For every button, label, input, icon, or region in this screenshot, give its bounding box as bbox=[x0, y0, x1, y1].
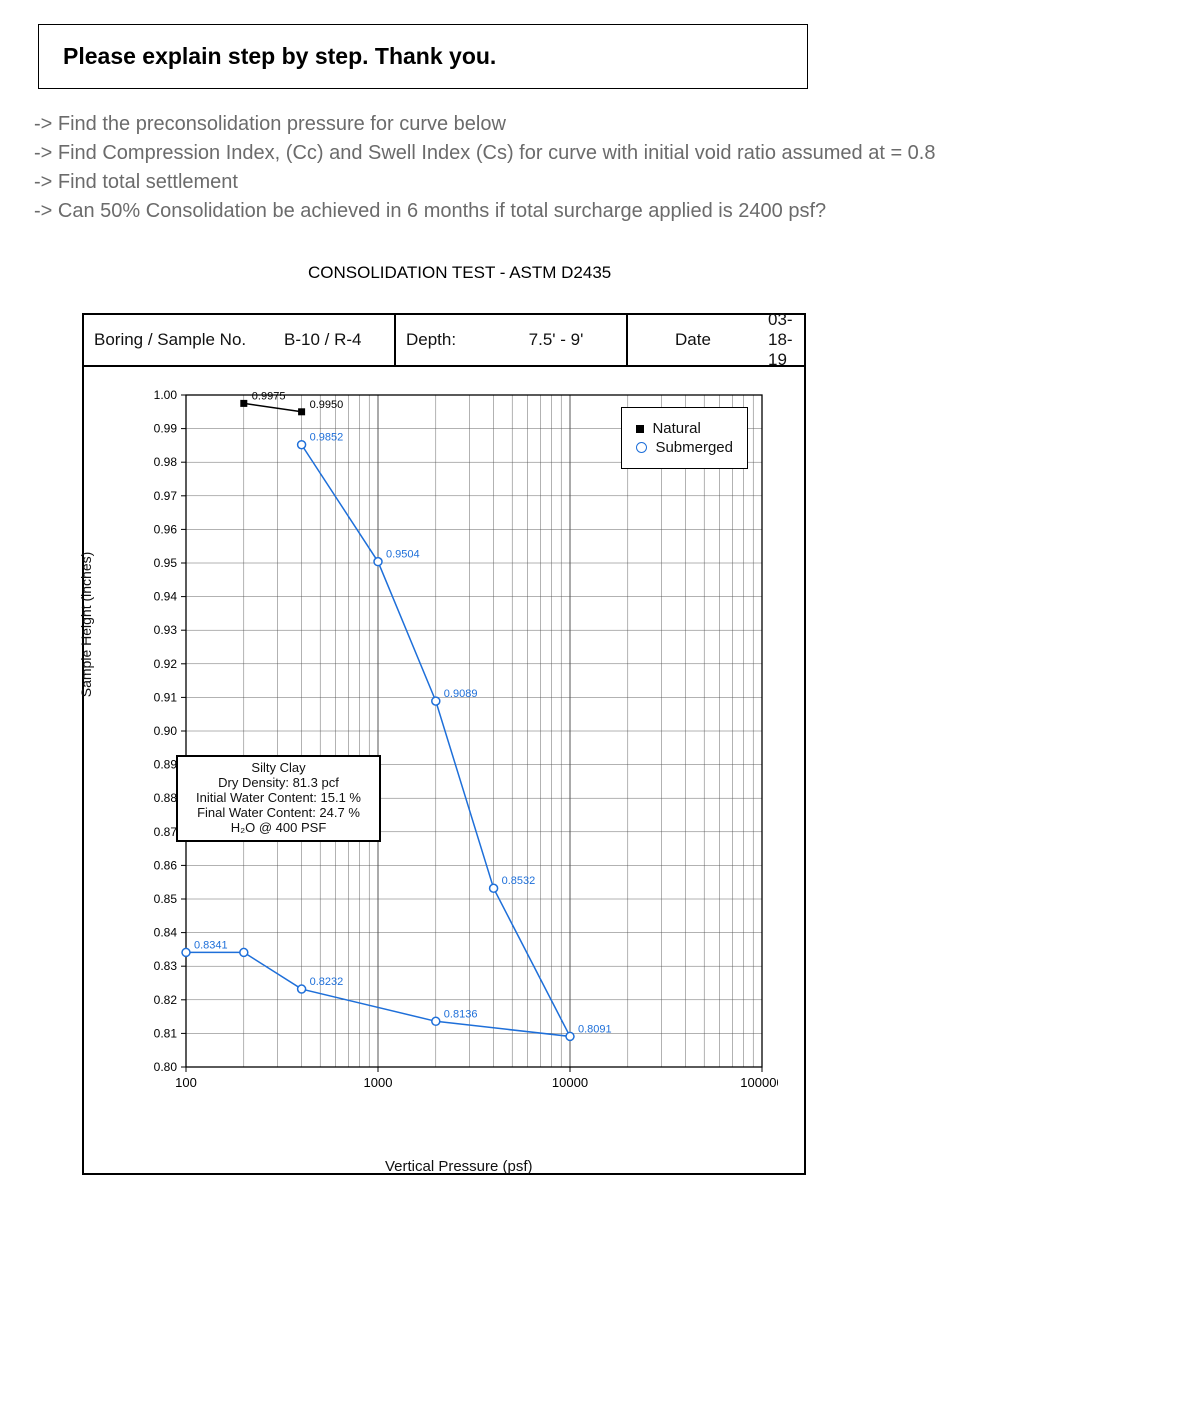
svg-text:0.91: 0.91 bbox=[154, 690, 178, 704]
chart-container: Boring / Sample No. B-10 / R-4 Depth: 7.… bbox=[82, 313, 806, 1175]
instruction-box: Please explain step by step. Thank you. bbox=[38, 24, 808, 89]
svg-text:0.97: 0.97 bbox=[154, 489, 178, 503]
svg-text:0.8136: 0.8136 bbox=[444, 1008, 478, 1020]
instruction-text: Please explain step by step. Thank you. bbox=[63, 43, 496, 69]
chart-header-row: Boring / Sample No. B-10 / R-4 Depth: 7.… bbox=[84, 315, 804, 367]
legend-marker-natural bbox=[636, 425, 644, 433]
svg-text:0.87: 0.87 bbox=[154, 825, 178, 839]
svg-text:0.8232: 0.8232 bbox=[310, 976, 344, 988]
svg-text:1.00: 1.00 bbox=[154, 388, 178, 402]
task-item: -> Find total settlement bbox=[34, 171, 1172, 194]
svg-text:100: 100 bbox=[175, 1075, 197, 1090]
info-line: Final Water Content: 24.7 % bbox=[196, 806, 361, 821]
info-line: Dry Density: 81.3 pcf bbox=[196, 776, 361, 791]
svg-text:0.8532: 0.8532 bbox=[502, 875, 536, 887]
svg-text:0.9089: 0.9089 bbox=[444, 688, 478, 700]
info-line: Silty Clay bbox=[196, 761, 361, 776]
svg-text:0.83: 0.83 bbox=[154, 959, 178, 973]
svg-text:0.85: 0.85 bbox=[154, 892, 178, 906]
svg-text:0.98: 0.98 bbox=[154, 455, 178, 469]
date-value: 03-18-19 bbox=[758, 315, 804, 367]
chart-title: CONSOLIDATION TEST - ASTM D2435 bbox=[308, 263, 1172, 283]
legend: Natural Submerged bbox=[621, 407, 748, 469]
plot-area: Sample Height (inches) 1.000.990.980.970… bbox=[84, 367, 804, 1173]
svg-text:0.95: 0.95 bbox=[154, 556, 178, 570]
svg-text:0.89: 0.89 bbox=[154, 758, 178, 772]
info-line: Initial Water Content: 15.1 % bbox=[196, 791, 361, 806]
chart-svg: 1.00 0.99 0.98 0.97 0.96 0.95 0.94 0.93 0.92 0.91… bbox=[138, 385, 778, 1105]
depth-value: 7.5' - 9' bbox=[486, 315, 626, 367]
svg-text:0.90: 0.90 bbox=[154, 724, 178, 738]
svg-text:0.9950: 0.9950 bbox=[310, 399, 344, 411]
svg-text:0.92: 0.92 bbox=[154, 657, 178, 671]
sample-label: Boring / Sample No. bbox=[84, 315, 274, 367]
svg-text:0.93: 0.93 bbox=[154, 623, 178, 637]
sample-value: B-10 / R-4 bbox=[274, 315, 394, 367]
task-list: -> Find the preconsolidation pressure fo… bbox=[34, 113, 1172, 223]
svg-text:0.86: 0.86 bbox=[154, 858, 178, 872]
info-line: H₂O @ 400 PSF bbox=[196, 821, 361, 836]
legend-label-natural: Natural bbox=[652, 420, 700, 437]
svg-text:0.9975: 0.9975 bbox=[252, 390, 286, 402]
svg-text:0.9504: 0.9504 bbox=[386, 549, 420, 561]
svg-text:0.88: 0.88 bbox=[154, 791, 178, 805]
legend-label-submerged: Submerged bbox=[655, 439, 733, 456]
svg-text:1000: 1000 bbox=[364, 1075, 393, 1090]
svg-text:100000: 100000 bbox=[740, 1075, 778, 1090]
svg-text:0.82: 0.82 bbox=[154, 993, 178, 1007]
svg-text:0.9852: 0.9852 bbox=[310, 432, 344, 444]
svg-text:0.81: 0.81 bbox=[154, 1026, 178, 1040]
x-axis-label: Vertical Pressure (psf) bbox=[385, 1158, 533, 1175]
svg-text:10000: 10000 bbox=[552, 1075, 588, 1090]
svg-text:0.96: 0.96 bbox=[154, 522, 178, 536]
task-item: -> Find Compression Index, (Cc) and Swel… bbox=[34, 142, 1172, 165]
svg-text:0.8341: 0.8341 bbox=[194, 939, 228, 951]
svg-text:0.80: 0.80 bbox=[154, 1060, 178, 1074]
task-item: -> Can 50% Consolidation be achieved in … bbox=[34, 200, 1172, 223]
svg-text:0.84: 0.84 bbox=[154, 926, 178, 940]
svg-text:0.99: 0.99 bbox=[154, 422, 178, 436]
y-axis-label: Sample Height (inches) bbox=[78, 552, 94, 698]
sample-info-box: Silty Clay Dry Density: 81.3 pcf Initial… bbox=[176, 755, 381, 842]
svg-text:0.8091: 0.8091 bbox=[578, 1023, 612, 1035]
task-item: -> Find the preconsolidation pressure fo… bbox=[34, 113, 1172, 136]
svg-text:0.94: 0.94 bbox=[154, 590, 178, 604]
legend-marker-submerged bbox=[636, 442, 647, 453]
date-label: Date bbox=[626, 315, 758, 367]
depth-label: Depth: bbox=[394, 315, 486, 367]
